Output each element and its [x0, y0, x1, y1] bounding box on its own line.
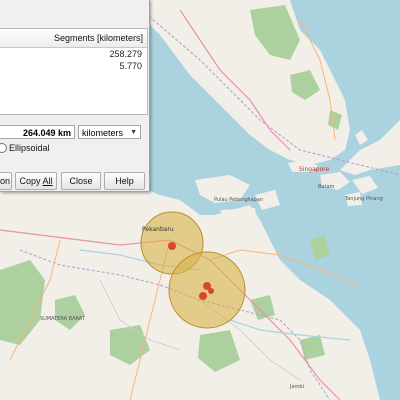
segments-column-header[interactable]: Segments [kilometers] [0, 29, 147, 48]
copy-all-button[interactable]: Copy All [15, 172, 57, 190]
chevron-down-icon: ▼ [130, 129, 137, 136]
table-row[interactable]: 5.770 [0, 60, 147, 72]
point-marker[interactable] [168, 242, 176, 250]
copy-all-button-label: Copy [19, 176, 43, 186]
unit-select[interactable]: kilometers ▼ [78, 125, 141, 139]
ellipsoidal-label: Ellipsoidal [9, 143, 50, 153]
ellipsoidal-radio[interactable] [0, 143, 7, 153]
measure-dialog: Segments [kilometers] 258.279 5.770 264.… [0, 0, 150, 192]
table-row[interactable]: 258.279 [0, 48, 147, 60]
total-distance-field: 264.049 km [0, 125, 75, 139]
copy-all-mnemonic: All [42, 176, 53, 186]
help-button[interactable]: Help [104, 172, 145, 190]
unit-select-value: kilometers [82, 128, 124, 138]
point-marker[interactable] [208, 288, 214, 294]
point-marker[interactable] [199, 292, 207, 300]
close-button[interactable]: Close [61, 172, 101, 190]
segments-table[interactable]: Segments [kilometers] 258.279 5.770 [0, 28, 148, 115]
new-button[interactable]: on [0, 172, 12, 190]
